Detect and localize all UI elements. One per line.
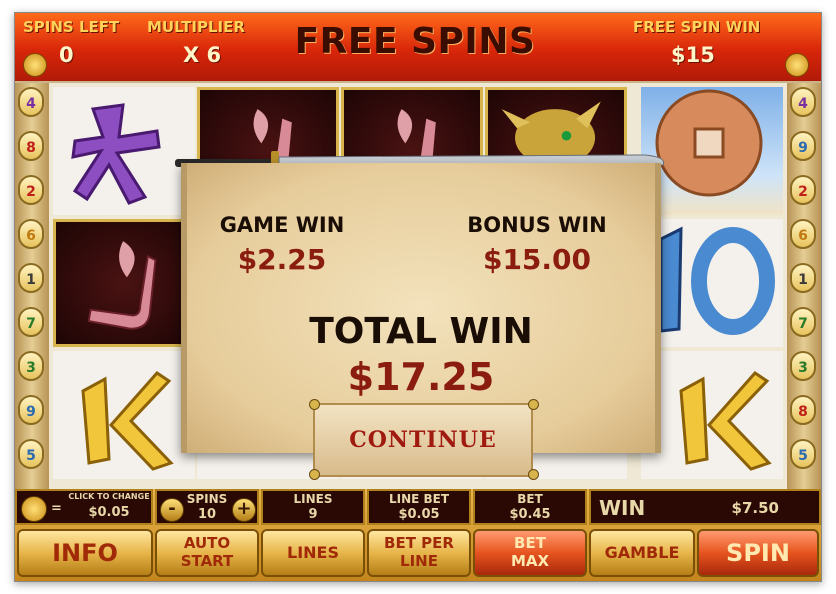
payline-marker[interactable]: 6 <box>790 219 816 249</box>
bonus-win-label: BONUS WIN <box>467 213 607 237</box>
total-win-value: $17.25 <box>347 355 495 399</box>
coin-icon[interactable] <box>21 496 47 522</box>
multiplier-label: MULTIPLIER <box>147 18 245 36</box>
payline-marker[interactable]: 1 <box>790 263 816 293</box>
payline-marker[interactable]: 5 <box>18 439 44 469</box>
win-box: WIN $7.50 <box>589 489 821 525</box>
multiplier-value: X 6 <box>183 43 222 67</box>
control-panel: = CLICK TO CHANGE $0.05 - SPINS 10 + LIN… <box>15 489 821 581</box>
payline-markers-right: 4 9 2 6 1 7 3 8 5 <box>787 83 821 489</box>
corner-medallion-icon <box>23 53 47 77</box>
bet-per-line-label-1: BET PER <box>384 534 454 552</box>
payline-marker[interactable]: 7 <box>790 307 816 337</box>
payline-markers-left: 4 8 2 6 1 7 3 9 5 <box>15 83 49 489</box>
gold-k-symbol <box>53 351 195 479</box>
payline-marker[interactable]: 7 <box>18 307 44 337</box>
free-spin-win-label: FREE SPIN WIN <box>633 18 761 36</box>
bet-per-line-label-2: LINE <box>400 552 438 570</box>
auto-start-label-2: START <box>180 552 234 570</box>
button-stud-icon <box>309 469 320 480</box>
coin-value-box[interactable]: = CLICK TO CHANGE $0.05 <box>15 489 153 525</box>
lines-label: LINES <box>293 492 333 506</box>
payline-marker[interactable]: 3 <box>790 351 816 381</box>
coin-value: $0.05 <box>88 505 130 520</box>
line-bet-box: LINE BET $0.05 <box>367 489 471 525</box>
corner-medallion-icon <box>785 53 809 77</box>
line-bet-label: LINE BET <box>388 492 450 506</box>
payline-marker[interactable]: 2 <box>790 175 816 205</box>
button-stud-icon <box>528 469 539 480</box>
lines-value: 9 <box>308 507 318 522</box>
gamble-button[interactable]: GAMBLE <box>589 529 695 577</box>
win-value: $7.50 <box>731 499 779 517</box>
win-summary-popup: GAME WIN $2.25 BONUS WIN $15.00 TOTAL WI… <box>175 149 671 480</box>
game-window: SPINS LEFT 0 MULTIPLIER X 6 FREE SPINS F… <box>14 12 822 582</box>
bet-max-label-2: MAX <box>510 552 550 570</box>
bet-max-label-1: BET <box>514 534 546 552</box>
spins-left-value: 0 <box>59 43 74 67</box>
bonus-win-value: $15.00 <box>482 243 592 276</box>
payline-marker[interactable]: 3 <box>18 351 44 381</box>
free-spin-win-value: $15 <box>671 43 715 67</box>
bet-box: BET $0.45 <box>473 489 587 525</box>
auto-start-label-1: AUTO <box>183 534 231 552</box>
button-stud-icon <box>528 399 539 410</box>
payline-marker[interactable]: 8 <box>18 131 44 161</box>
payline-marker[interactable]: 8 <box>790 395 816 425</box>
payline-marker[interactable]: 1 <box>18 263 44 293</box>
red-glyph-symbol <box>53 219 195 347</box>
bet-value: $0.45 <box>509 507 551 522</box>
free-spins-title: FREE SPINS <box>294 21 536 62</box>
spins-left-label: SPINS LEFT <box>23 18 120 36</box>
line-bet-value: $0.05 <box>398 507 440 522</box>
coin-equals: = <box>51 501 62 516</box>
game-win-value: $2.25 <box>237 243 327 276</box>
total-win-label: TOTAL WIN <box>309 311 533 352</box>
lines-button[interactable]: LINES <box>261 529 365 577</box>
payline-marker[interactable]: 2 <box>18 175 44 205</box>
payline-marker[interactable]: 9 <box>790 131 816 161</box>
button-stud-icon <box>309 399 320 410</box>
payline-marker[interactable]: 6 <box>18 219 44 249</box>
bet-per-line-button[interactable]: BET PER LINE <box>367 529 471 577</box>
auto-start-button[interactable]: AUTO START <box>155 529 259 577</box>
info-button[interactable]: INFO <box>17 529 153 577</box>
top-bar: SPINS LEFT 0 MULTIPLIER X 6 FREE SPINS F… <box>15 13 821 81</box>
purple-glyph-symbol <box>53 87 195 215</box>
payline-marker[interactable]: 4 <box>18 87 44 117</box>
coin-change-hint: CLICK TO CHANGE <box>68 492 150 501</box>
payline-marker[interactable]: 4 <box>790 87 816 117</box>
game-win-label: GAME WIN <box>219 213 345 237</box>
payline-marker[interactable]: 9 <box>18 395 44 425</box>
spins-box: - SPINS 10 + <box>155 489 259 525</box>
bet-label: BET <box>517 492 543 506</box>
payline-marker[interactable]: 5 <box>790 439 816 469</box>
spin-button[interactable]: SPIN <box>697 529 819 577</box>
lines-box: LINES 9 <box>261 489 365 525</box>
spins-increase-button[interactable]: + <box>232 498 256 522</box>
continue-button[interactable]: CONTINUE <box>313 403 533 477</box>
win-label: WIN <box>599 496 646 520</box>
bet-max-button[interactable]: BET MAX <box>473 529 587 577</box>
